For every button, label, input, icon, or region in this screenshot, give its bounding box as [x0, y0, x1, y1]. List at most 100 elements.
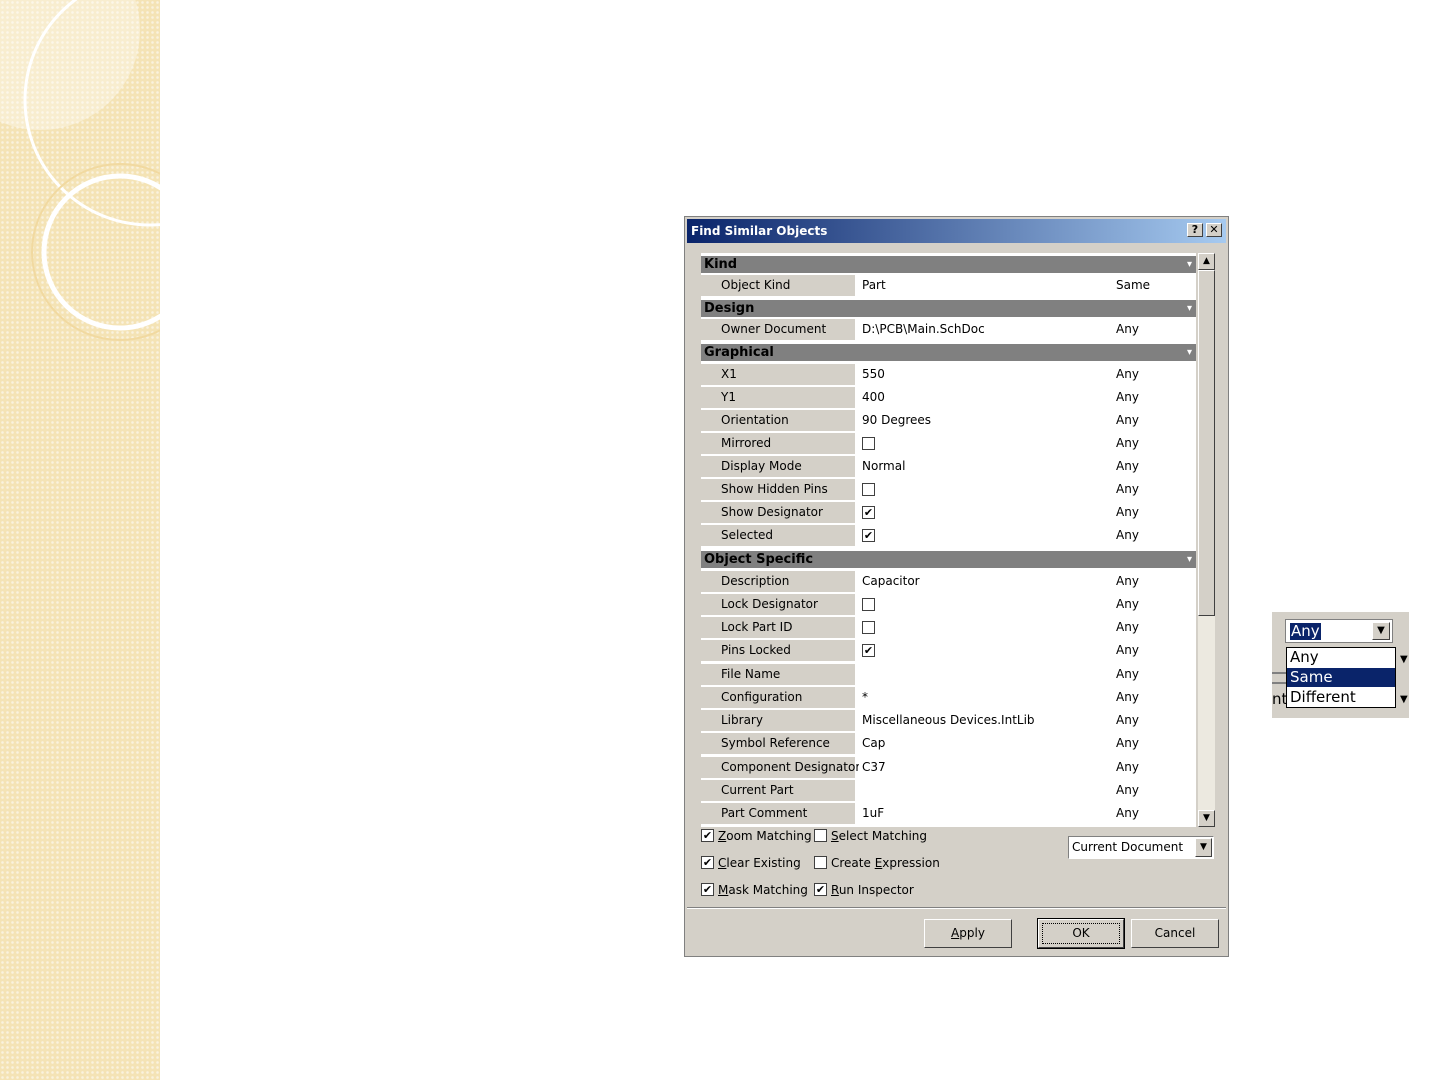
create-expression-checkbox[interactable]	[814, 856, 827, 869]
zoom-matching-checkbox[interactable]: ✔	[701, 829, 714, 842]
display-mode-mode[interactable]: Any	[1113, 457, 1196, 476]
y1-value[interactable]: 400	[859, 388, 1108, 407]
row-lock-part-id: Lock Part ID Any	[701, 617, 1196, 638]
mirrored-mode[interactable]: Any	[1113, 434, 1196, 453]
clear-existing-checkbox[interactable]: ✔	[701, 856, 714, 869]
library-value[interactable]: Miscellaneous Devices.IntLib	[859, 711, 1108, 730]
current-part-value[interactable]	[859, 781, 1108, 800]
zoom-matching-option[interactable]: ✔ Zoom Matching	[701, 828, 812, 844]
orientation-value[interactable]: 90 Degrees	[859, 411, 1108, 430]
owner-document-mode[interactable]: Any	[1113, 320, 1196, 339]
configuration-mode[interactable]: Any	[1113, 688, 1196, 707]
option-any[interactable]: Any	[1287, 648, 1395, 667]
description-mode[interactable]: Any	[1113, 572, 1196, 591]
component-designator-mode[interactable]: Any	[1113, 758, 1196, 777]
option-same[interactable]: Same	[1287, 668, 1395, 687]
orientation-mode[interactable]: Any	[1113, 411, 1196, 430]
object-kind-mode[interactable]: Same	[1113, 276, 1196, 295]
collapse-icon[interactable]: ▾	[1187, 344, 1192, 361]
row-selected: Selected ✔ Any	[701, 525, 1196, 546]
cancel-button[interactable]: Cancel	[1131, 919, 1219, 948]
option-different[interactable]: Different	[1287, 688, 1395, 707]
close-button[interactable]: ✕	[1206, 223, 1222, 237]
row-show-designator: Show Designator ✔ Any	[701, 502, 1196, 523]
description-value[interactable]: Capacitor	[859, 572, 1108, 591]
pins-locked-checkbox[interactable]: ✔	[862, 644, 875, 657]
selected-value: Any	[1290, 622, 1321, 640]
select-matching-option[interactable]: Select Matching	[814, 828, 927, 844]
help-button[interactable]: ?	[1187, 223, 1203, 237]
ok-button[interactable]: OK	[1037, 918, 1125, 949]
category-design[interactable]: Design ▾	[701, 300, 1196, 317]
object-kind-value[interactable]: Part	[859, 276, 1108, 295]
display-mode-value[interactable]: Normal	[859, 457, 1108, 476]
row-label: Y1	[701, 387, 855, 408]
chevron-down-icon: ▼	[1200, 842, 1207, 852]
selected-mode[interactable]: Any	[1113, 526, 1196, 545]
category-graphical[interactable]: Graphical ▾	[701, 344, 1196, 361]
show-hidden-pins-value	[859, 480, 1108, 499]
scroll-thumb[interactable]	[1198, 270, 1215, 616]
row-mirrored: Mirrored Any	[701, 433, 1196, 454]
mirrored-checkbox[interactable]	[862, 437, 875, 450]
symbol-reference-mode[interactable]: Any	[1113, 734, 1196, 753]
mask-matching-option[interactable]: ✔ Mask Matching	[701, 882, 808, 898]
show-designator-mode[interactable]: Any	[1113, 503, 1196, 522]
run-inspector-option[interactable]: ✔ Run Inspector	[814, 882, 914, 898]
match-mode-select[interactable]: Any ▼	[1285, 619, 1393, 643]
help-icon: ?	[1191, 223, 1199, 236]
part-comment-mode[interactable]: Any	[1113, 804, 1196, 823]
y1-mode[interactable]: Any	[1113, 388, 1196, 407]
category-kind[interactable]: Kind ▾	[701, 256, 1196, 273]
show-hidden-pins-mode[interactable]: Any	[1113, 480, 1196, 499]
create-expression-option[interactable]: Create Expression	[814, 855, 940, 871]
chevron-down-icon: ▼	[1400, 654, 1408, 665]
symbol-reference-value[interactable]: Cap	[859, 734, 1108, 753]
select-matching-checkbox[interactable]	[814, 829, 827, 842]
part-comment-value[interactable]: 1uF	[859, 804, 1108, 823]
title-bar[interactable]: Find Similar Objects ? ✕	[687, 219, 1226, 243]
lock-designator-mode[interactable]: Any	[1113, 595, 1196, 614]
mask-matching-checkbox[interactable]: ✔	[701, 883, 714, 896]
row-orientation: Orientation 90 Degrees Any	[701, 410, 1196, 431]
file-name-value[interactable]	[859, 665, 1108, 684]
dropdown-button[interactable]: ▼	[1372, 622, 1390, 640]
scope-dropdown-button[interactable]: ▼	[1195, 838, 1212, 857]
apply-button[interactable]: Apply	[924, 919, 1012, 948]
show-hidden-pins-checkbox[interactable]	[862, 483, 875, 496]
scroll-up-button[interactable]: ▲	[1198, 253, 1215, 270]
library-mode[interactable]: Any	[1113, 711, 1196, 730]
selected-checkbox[interactable]: ✔	[862, 529, 875, 542]
row-label: Show Hidden Pins	[701, 479, 855, 500]
collapse-icon[interactable]: ▾	[1187, 551, 1192, 568]
collapse-icon[interactable]: ▾	[1187, 256, 1192, 273]
vertical-scrollbar[interactable]: ▲ ▼	[1198, 253, 1215, 827]
file-name-mode[interactable]: Any	[1113, 665, 1196, 684]
x1-value[interactable]: 550	[859, 365, 1108, 384]
ok-button-label: OK	[1042, 923, 1120, 944]
lock-designator-checkbox[interactable]	[862, 598, 875, 611]
category-object-specific[interactable]: Object Specific ▾	[701, 551, 1196, 568]
scroll-down-button[interactable]: ▼	[1198, 810, 1215, 827]
current-part-mode[interactable]: Any	[1113, 781, 1196, 800]
row-owner-document: Owner Document D:\PCB\Main.SchDoc Any	[701, 319, 1196, 340]
row-display-mode: Display Mode Normal Any	[701, 456, 1196, 477]
option-label: Mask Matching	[718, 883, 808, 897]
owner-document-value[interactable]: D:\PCB\Main.SchDoc	[859, 320, 1108, 339]
component-designator-value[interactable]: C37	[859, 758, 1108, 777]
configuration-value[interactable]: *	[859, 688, 1108, 707]
chevron-down-icon: ▼	[1400, 694, 1408, 705]
x1-mode[interactable]: Any	[1113, 365, 1196, 384]
lock-part-id-checkbox[interactable]	[862, 621, 875, 634]
row-configuration: Configuration * Any	[701, 687, 1196, 708]
collapse-icon[interactable]: ▾	[1187, 300, 1192, 317]
pins-locked-mode[interactable]: Any	[1113, 641, 1196, 660]
scope-select[interactable]: Current Document ▼	[1068, 836, 1214, 859]
run-inspector-checkbox[interactable]: ✔	[814, 883, 827, 896]
divider	[1272, 672, 1286, 674]
clear-existing-option[interactable]: ✔ Clear Existing	[701, 855, 801, 871]
show-designator-checkbox[interactable]: ✔	[862, 506, 875, 519]
lock-part-id-mode[interactable]: Any	[1113, 618, 1196, 637]
category-label: Kind	[704, 257, 738, 272]
decorative-circles	[0, 0, 160, 341]
